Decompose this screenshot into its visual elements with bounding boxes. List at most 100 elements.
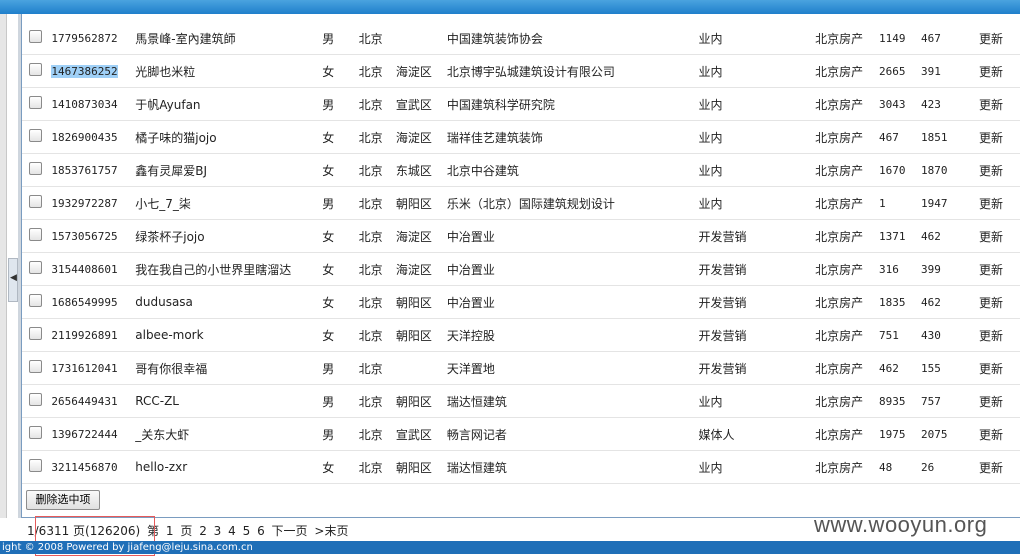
count-cell-text: 2075 <box>921 428 948 441</box>
user-id-cell: 1686549995 <box>51 285 136 319</box>
company-cell: 瑞达恒建筑 <box>446 384 699 418</box>
update-link[interactable]: 更新 <box>979 351 1020 385</box>
update-link-text[interactable]: 更新 <box>979 197 1003 211</box>
row-checkbox[interactable] <box>29 426 42 439</box>
count-cell-text: 462 <box>921 296 941 309</box>
category-cell: 业内 <box>698 22 816 55</box>
user-id-cell: 1410873034 <box>51 87 136 121</box>
city-cell: 北京 <box>358 186 396 220</box>
update-link-text[interactable]: 更新 <box>979 230 1003 244</box>
row-checkbox[interactable] <box>29 63 42 76</box>
update-link[interactable]: 更新 <box>979 186 1020 220</box>
row-checkbox[interactable] <box>29 162 42 175</box>
next-page-link[interactable]: 下一页 <box>272 524 308 538</box>
count-cell: 1835 <box>879 285 922 319</box>
district-cell-text: 朝阳区 <box>395 460 432 475</box>
update-link-text[interactable]: 更新 <box>979 428 1003 442</box>
category-cell: 业内 <box>698 87 816 121</box>
update-link[interactable]: 更新 <box>979 417 1020 451</box>
site-cell-text: 北京房产 <box>815 328 864 343</box>
row-checkbox[interactable] <box>29 459 42 472</box>
update-link[interactable]: 更新 <box>979 54 1020 88</box>
count-cell-text: 26 <box>921 461 935 474</box>
district-cell-text: 海淀区 <box>395 130 432 145</box>
company-cell: 畅言网记者 <box>446 417 699 451</box>
company-cell: 天洋置地 <box>446 351 699 385</box>
company-cell: 北京中谷建筑 <box>446 153 699 187</box>
site-cell: 北京房产 <box>815 252 880 286</box>
site-cell-text: 北京房产 <box>815 295 864 310</box>
nickname-cell: RCC-ZL <box>135 384 323 418</box>
update-link-text[interactable]: 更新 <box>979 263 1003 277</box>
category-cell: 业内 <box>698 186 816 220</box>
gender-cell-text: 男 <box>322 361 335 376</box>
update-link[interactable]: 更新 <box>979 318 1020 352</box>
page-link[interactable]: 1 <box>166 524 174 538</box>
update-link[interactable]: 更新 <box>979 219 1020 253</box>
sidebar-toggle-button[interactable]: ◀ <box>8 258 18 302</box>
row-checkbox[interactable] <box>29 327 42 340</box>
update-link[interactable]: 更新 <box>979 153 1020 187</box>
update-link[interactable]: 更新 <box>979 87 1020 121</box>
update-link-text[interactable]: 更新 <box>979 131 1003 145</box>
row-checkbox[interactable] <box>29 294 42 307</box>
count-cell: 462 <box>879 351 922 385</box>
update-link-text[interactable]: 更新 <box>979 329 1003 343</box>
page-link[interactable]: 5 <box>243 524 251 538</box>
row-checkbox[interactable] <box>29 129 42 142</box>
update-link-text[interactable]: 更新 <box>979 296 1003 310</box>
company-cell: 瑞祥佳艺建筑装饰 <box>446 120 699 154</box>
update-link[interactable]: 更新 <box>979 285 1020 319</box>
update-link-text[interactable]: 更新 <box>979 461 1003 475</box>
update-link-text[interactable]: 更新 <box>979 32 1003 46</box>
user-id-cell: 1932972287 <box>51 186 136 220</box>
company-cell-text: 北京博宇弘城建筑设计有限公司 <box>446 64 615 79</box>
update-link[interactable]: 更新 <box>979 120 1020 154</box>
user-id-cell-text: 1779562872 <box>51 32 118 45</box>
last-page-link[interactable]: >末页 <box>314 524 348 538</box>
site-cell-text: 北京房产 <box>815 262 864 277</box>
count-cell: 1947 <box>921 186 980 220</box>
user-id-cell-text: 1932972287 <box>51 197 118 210</box>
nickname-cell-text: RCC-ZL <box>135 394 179 408</box>
district-cell: 朝阳区 <box>395 318 447 352</box>
row-checkbox[interactable] <box>29 30 42 43</box>
category-cell-text: 开发营销 <box>698 262 747 277</box>
row-checkbox[interactable] <box>29 360 42 373</box>
update-link[interactable]: 更新 <box>979 450 1020 484</box>
gender-cell-text: 女 <box>322 262 335 277</box>
category-cell-text: 业内 <box>698 64 723 79</box>
city-cell-text: 北京 <box>358 31 383 46</box>
update-link-text[interactable]: 更新 <box>979 362 1003 376</box>
update-link-text[interactable]: 更新 <box>979 98 1003 112</box>
checkbox-cell <box>22 285 52 319</box>
delete-selected-button[interactable]: 删除选中项 <box>26 490 100 510</box>
count-cell-text: 1870 <box>921 164 948 177</box>
company-cell: 中国建筑装饰协会 <box>446 22 699 55</box>
count-cell-text: 462 <box>921 230 941 243</box>
page-link[interactable]: 2 <box>199 524 207 538</box>
count-cell-text: 1947 <box>921 197 948 210</box>
table-row: 1932972287 小七_7_柒 男 北京 朝阳区 乐米（北京）国际建筑规划设计 业内 北京… <box>22 186 1020 220</box>
nickname-cell-text: 橘子味的猫jojo <box>135 130 217 145</box>
page-link[interactable]: 6 <box>257 524 265 538</box>
update-link[interactable]: 更新 <box>979 252 1020 286</box>
row-checkbox[interactable] <box>29 228 42 241</box>
row-checkbox[interactable] <box>29 393 42 406</box>
checkbox-cell <box>22 351 52 385</box>
update-link-text[interactable]: 更新 <box>979 65 1003 79</box>
row-checkbox[interactable] <box>29 261 42 274</box>
company-cell: 中冶置业 <box>446 285 699 319</box>
update-link-text[interactable]: 更新 <box>979 395 1003 409</box>
category-cell-text: 开发营销 <box>698 361 747 376</box>
row-checkbox[interactable] <box>29 96 42 109</box>
page-link[interactable]: 4 <box>228 524 236 538</box>
page-link[interactable]: 3 <box>214 524 222 538</box>
update-link[interactable]: 更新 <box>979 384 1020 418</box>
count-cell-text: 751 <box>879 329 899 342</box>
table-row: 1731612041 哥有你很幸福 男 北京 天洋置地 开发营销 北京房产 462 155 更新 <box>22 351 1020 385</box>
city-cell: 北京 <box>358 384 396 418</box>
update-link-text[interactable]: 更新 <box>979 164 1003 178</box>
row-checkbox[interactable] <box>29 195 42 208</box>
update-link[interactable]: 更新 <box>979 22 1020 55</box>
